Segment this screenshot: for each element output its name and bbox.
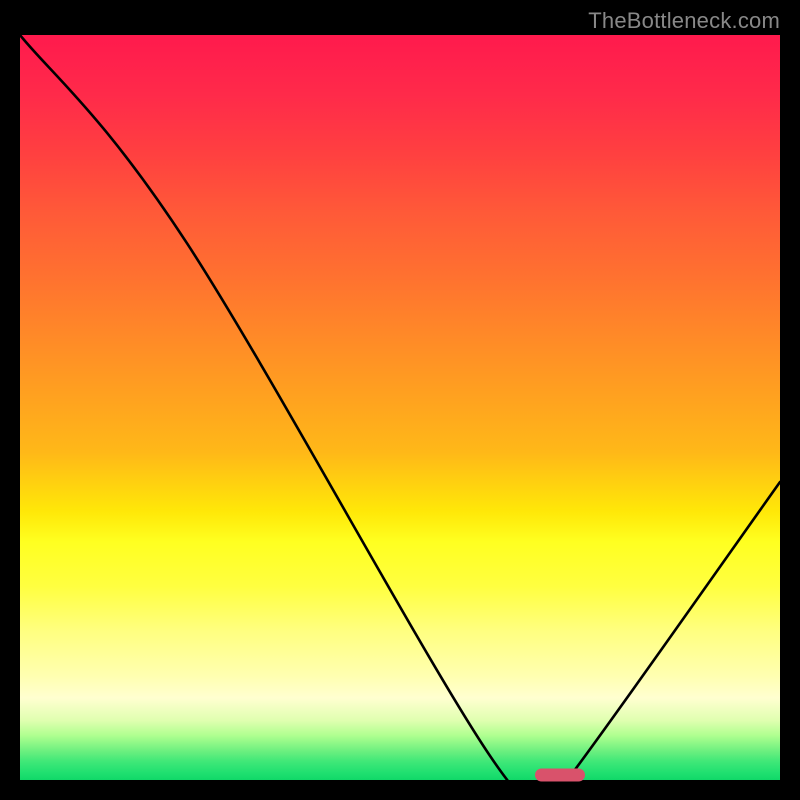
watermark-text: TheBottleneck.com xyxy=(588,8,780,34)
optimal-marker xyxy=(535,768,585,781)
chart-container: TheBottleneck.com xyxy=(0,0,800,800)
plot-area xyxy=(20,35,780,780)
bottleneck-curve xyxy=(20,35,780,780)
